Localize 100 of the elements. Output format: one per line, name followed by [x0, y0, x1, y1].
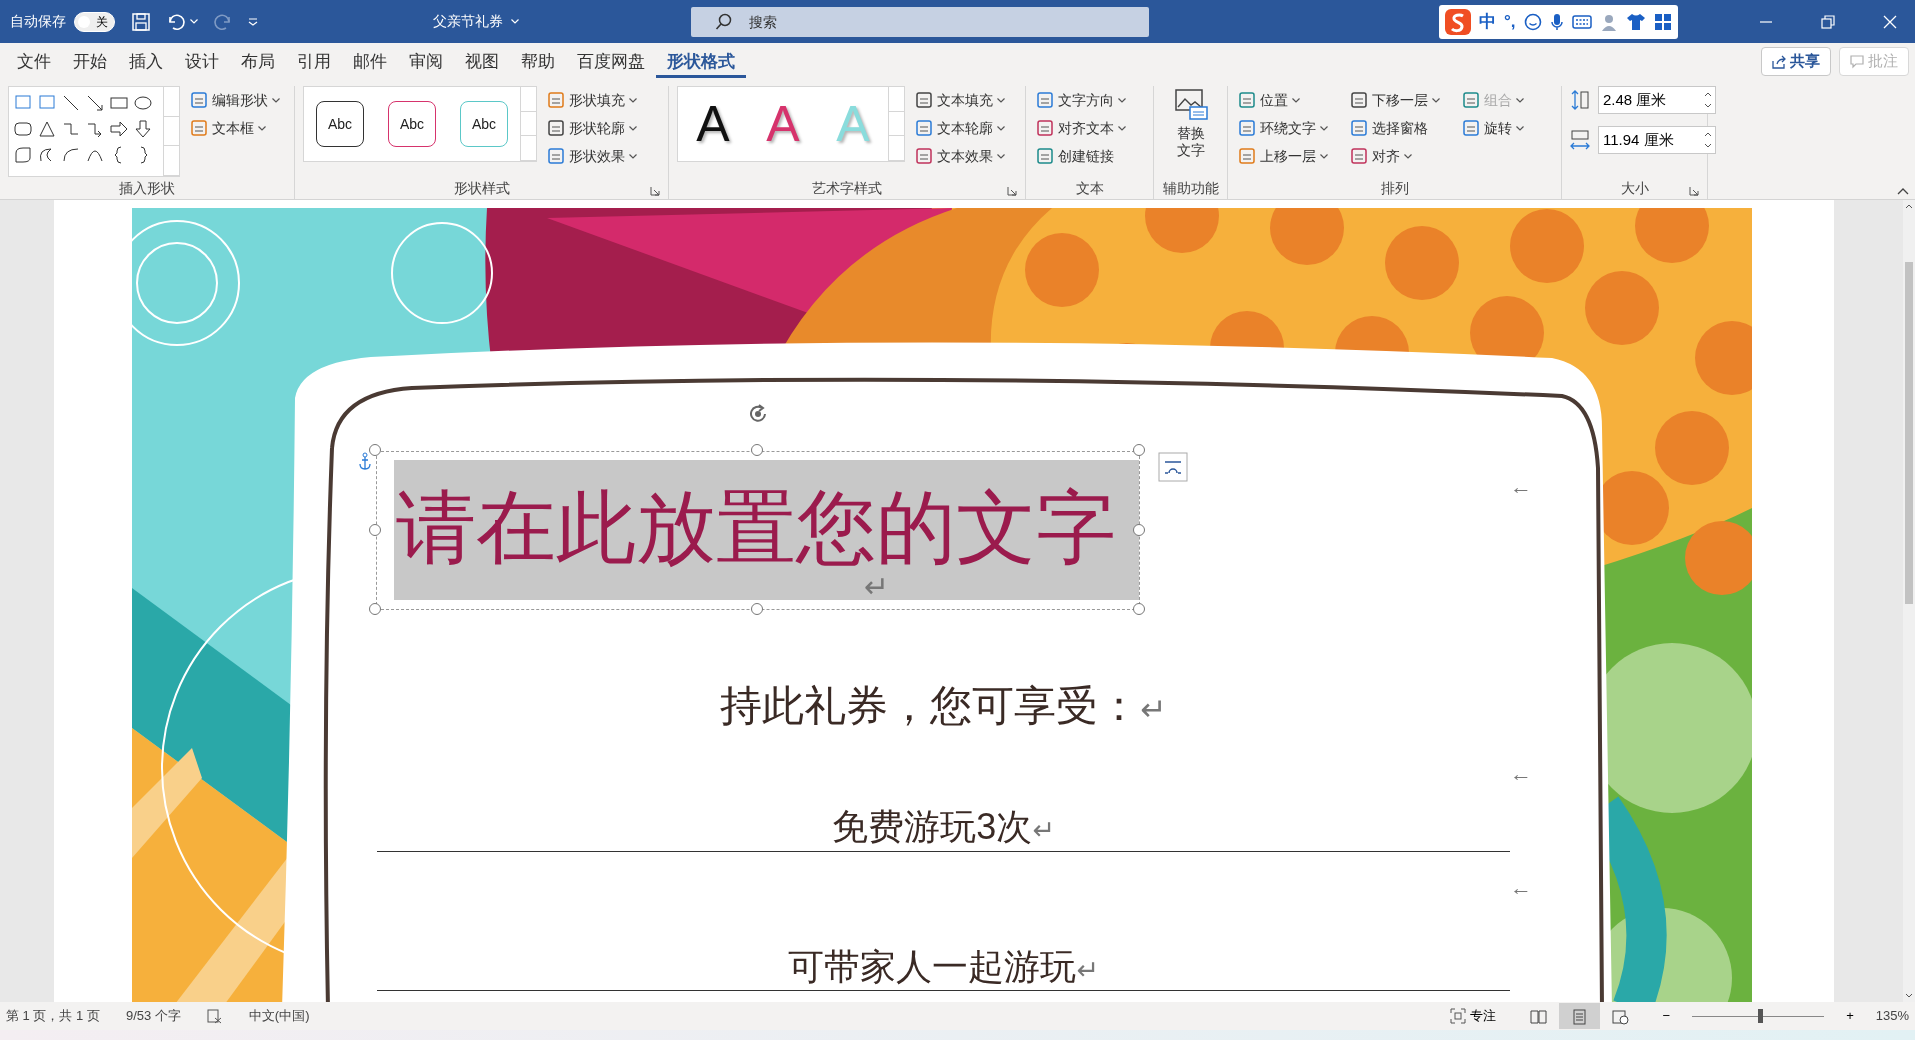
ribbon-command[interactable]: 对齐 [1348, 142, 1442, 170]
shirt-icon[interactable] [1625, 12, 1646, 31]
caret-icon[interactable] [511, 19, 519, 24]
caret-icon [997, 97, 1005, 103]
scrollbar-thumb[interactable] [1905, 262, 1913, 604]
ribbon-command[interactable]: 形状轮廓 [545, 114, 639, 142]
shape-style-swatch[interactable]: Abc [388, 101, 436, 147]
size-field[interactable]: 2.48 厘米 [1598, 86, 1716, 114]
zoom-level[interactable]: 135% [1875, 1006, 1909, 1026]
ribbon-command[interactable]: 形状效果 [545, 142, 639, 170]
document-title[interactable]: 父亲节礼券 [433, 11, 503, 32]
ribbon-command[interactable]: 下移一层 [1348, 86, 1442, 114]
dialog-launcher-icon[interactable] [1007, 186, 1017, 196]
ribbon-group-label: 排列 [1380, 178, 1409, 198]
zoom-in-button[interactable]: + [1840, 1005, 1860, 1027]
input-method-item[interactable]: °, [1504, 8, 1516, 35]
height-icon [1570, 89, 1590, 111]
focus-icon [1449, 1008, 1466, 1024]
command-icon [915, 119, 933, 137]
command-icon [1462, 91, 1480, 109]
paragraph-text: 持此礼券，您可享受：↵ [719, 681, 1168, 731]
menu-tab[interactable]: 引用 [286, 44, 342, 79]
customize-toolbar-icon[interactable] [248, 17, 258, 26]
status-text[interactable]: 中文(中国) [248, 1006, 310, 1026]
menu-tab[interactable]: 布局 [230, 44, 286, 79]
person-icon[interactable] [1599, 12, 1618, 31]
search-field[interactable]: 搜索 [691, 6, 1149, 37]
restore-icon[interactable] [1821, 14, 1835, 29]
layout-options-icon[interactable] [1158, 452, 1188, 482]
caret-icon [1432, 97, 1440, 103]
autosave-label: 自动保存 [10, 12, 66, 31]
input-method-logo-icon[interactable] [1445, 8, 1471, 35]
autosave-toggle[interactable]: 关 [74, 11, 115, 32]
ribbon-command[interactable]: 环绕文字 [1236, 114, 1330, 142]
input-method-item[interactable]: 中 [1479, 8, 1496, 35]
caret-icon [629, 125, 637, 131]
menu-tab[interactable]: 帮助 [510, 44, 566, 79]
zoom-out-button[interactable]: − [1656, 1005, 1677, 1027]
ribbon-command[interactable]: 位置 [1236, 86, 1330, 114]
command-icon [1350, 119, 1368, 137]
ribbon-command[interactable]: 文本效果 [913, 142, 1007, 170]
paragraph-text: 可带家人一起游玩↵ [787, 945, 1100, 989]
picture-icon [1173, 87, 1208, 121]
command-icon [547, 147, 565, 165]
ribbon-command[interactable]: 文本填充 [913, 86, 1007, 114]
focus-button[interactable]: 专注 [1443, 1005, 1502, 1027]
ribbon-group-label: 文本 [1075, 178, 1104, 198]
caret-icon[interactable] [190, 19, 198, 24]
ribbon-command[interactable]: 上移一层 [1236, 142, 1330, 170]
menu-tab[interactable]: 插入 [118, 44, 174, 79]
command-icon [915, 91, 933, 109]
menu-tab[interactable]: 视图 [454, 44, 510, 79]
caret-icon [629, 153, 637, 159]
menu-tab[interactable]: 百度网盘 [566, 44, 656, 79]
paragraph-mark: ↵ [864, 572, 890, 602]
ribbon-command[interactable]: 替换文字 [1170, 86, 1211, 177]
close-icon[interactable] [1883, 14, 1897, 29]
microphone-icon[interactable] [1549, 12, 1564, 31]
command-icon [547, 119, 565, 137]
ribbon-command[interactable]: 文字方向 [1034, 86, 1128, 114]
keyboard-icon[interactable] [1571, 14, 1592, 29]
smiley-icon[interactable] [1523, 12, 1542, 31]
ribbon-command[interactable]: 创建链接 [1034, 142, 1128, 170]
title-text[interactable]: 请在此放置您的文字 [394, 482, 1116, 574]
shape-style-swatch[interactable]: Abc [460, 101, 508, 147]
dialog-launcher-icon[interactable] [650, 186, 660, 196]
size-field[interactable]: 11.94 厘米 [1598, 126, 1716, 154]
ribbon-command[interactable]: 文本框 [188, 114, 282, 142]
menu-tab[interactable]: 文件 [6, 44, 62, 79]
ribbon-command[interactable]: 文本轮廓 [913, 114, 1007, 142]
share-button[interactable]: 共享 [1761, 47, 1831, 76]
ribbon-group-label: 辅助功能 [1162, 178, 1219, 198]
collapse-ribbon-icon[interactable] [1897, 187, 1909, 195]
menu-tab[interactable]: 设计 [174, 44, 230, 79]
menu-tab[interactable]: 邮件 [342, 44, 398, 79]
command-icon [1238, 147, 1256, 165]
text-box-frame[interactable]: 请在此放置您的文字 ↵ [376, 451, 1140, 610]
command-icon [1350, 147, 1368, 165]
command-icon [915, 147, 933, 165]
menu-tab[interactable]: 审阅 [398, 44, 454, 79]
caret-icon [1320, 125, 1328, 131]
ribbon-command[interactable]: 旋转 [1460, 114, 1526, 142]
ribbon-command[interactable]: 形状填充 [545, 86, 639, 114]
share-icon [1772, 54, 1786, 69]
shape-style-swatch[interactable]: Abc [316, 101, 364, 147]
print-layout-button[interactable] [1558, 1003, 1600, 1029]
save-icon[interactable] [131, 11, 151, 32]
ribbon-command[interactable]: 选择窗格 [1348, 114, 1442, 142]
paragraph-text: 免费游玩3次↵ [831, 805, 1056, 849]
zoom-slider-thumb[interactable] [1758, 1009, 1764, 1023]
ribbon-command[interactable]: 编辑形状 [188, 86, 282, 114]
grid-icon[interactable] [1653, 12, 1672, 31]
menu-tab[interactable]: 形状格式 [656, 44, 746, 79]
status-text: 第 1 页，共 1 页 [6, 1007, 100, 1026]
book-icon [1529, 1008, 1547, 1025]
ribbon-command[interactable]: 对齐文本 [1034, 114, 1128, 142]
menu-tab[interactable]: 开始 [62, 44, 118, 79]
proofing-icon[interactable] [206, 1008, 223, 1024]
status-text[interactable]: 9/53 个字 [125, 1006, 181, 1026]
dialog-launcher-icon[interactable] [1689, 186, 1699, 196]
